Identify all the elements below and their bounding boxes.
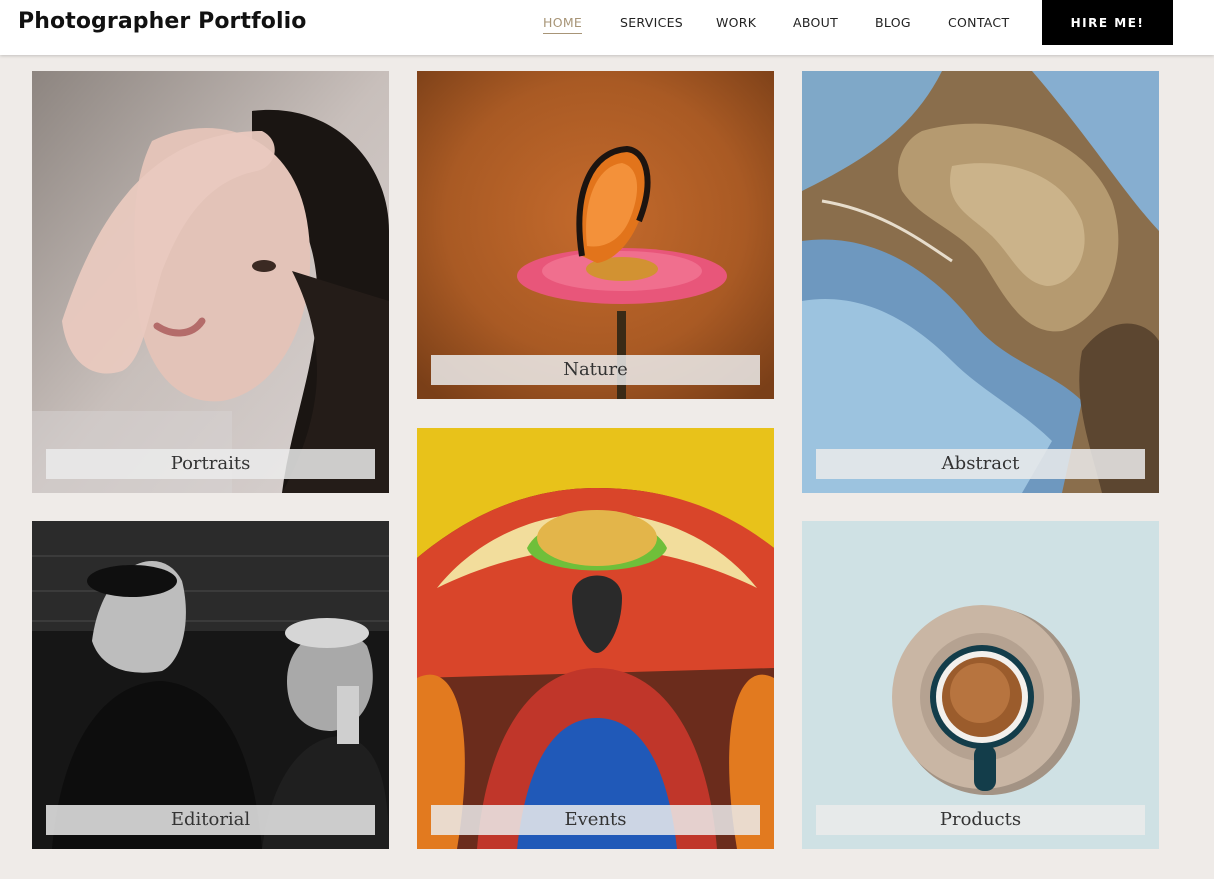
gallery-tile-nature[interactable]: Nature: [417, 71, 774, 399]
tile-caption: Abstract: [816, 449, 1145, 479]
top-navbar: Photographer Portfolio HOME SERVICES WOR…: [0, 0, 1214, 55]
gallery-tile-abstract[interactable]: Abstract: [802, 71, 1159, 493]
nav-about[interactable]: ABOUT: [793, 15, 838, 33]
tile-caption: Portraits: [46, 449, 375, 479]
nav-contact[interactable]: CONTACT: [948, 15, 1009, 33]
gallery-tile-editorial[interactable]: Editorial: [32, 521, 389, 849]
portrait-photo: [32, 71, 389, 493]
gallery-tile-products[interactable]: Products: [802, 521, 1159, 849]
nav-home[interactable]: HOME: [543, 15, 583, 34]
wood-texture-photo: [802, 71, 1159, 493]
main-nav: HOME SERVICES WORK ABOUT BLOG CONTACT: [0, 0, 1214, 45]
tile-caption: Products: [816, 805, 1145, 835]
nav-services[interactable]: SERVICES: [620, 15, 683, 33]
hire-me-button[interactable]: HIRE ME!: [1042, 0, 1173, 45]
nav-blog[interactable]: BLOG: [875, 15, 911, 33]
nav-work[interactable]: WORK: [716, 15, 756, 33]
festival-photo: [417, 428, 774, 849]
coffee-cup-photo: [802, 521, 1159, 849]
butterfly-photo: [417, 71, 774, 399]
tile-caption: Editorial: [46, 805, 375, 835]
gallery-tile-events[interactable]: Events: [417, 428, 774, 849]
editorial-photo: [32, 521, 389, 849]
tile-caption: Events: [431, 805, 760, 835]
gallery-tile-portraits[interactable]: Portraits: [32, 71, 389, 493]
tile-caption: Nature: [431, 355, 760, 385]
